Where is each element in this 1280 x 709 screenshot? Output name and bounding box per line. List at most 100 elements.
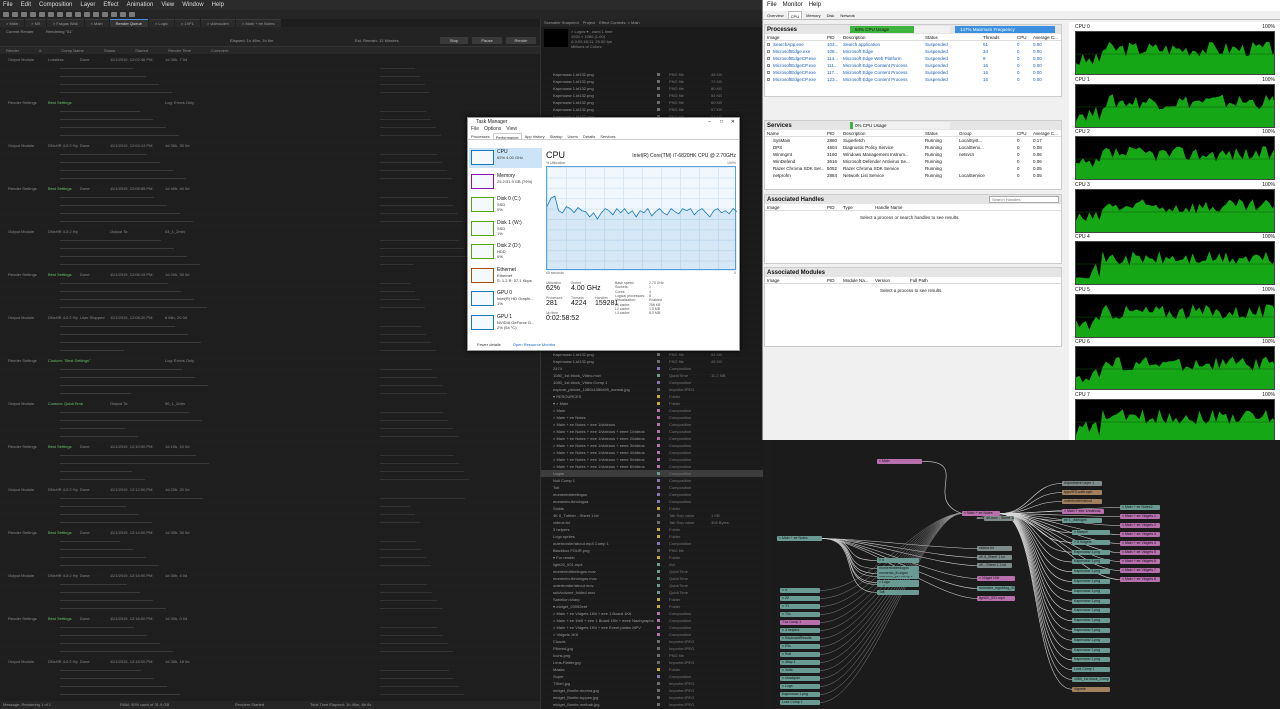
flow-node[interactable]: × Main + ee Notes xyxy=(777,536,822,541)
label-color-swatch[interactable] xyxy=(657,430,660,433)
perf-item-disk-0-c-[interactable]: Disk 0 (C:) SSD 0% xyxy=(469,195,542,215)
project-item[interactable]: sub/volume_folded.mov QuickTime xyxy=(541,589,763,596)
label-color-swatch[interactable] xyxy=(657,549,660,552)
flow-node[interactable]: × Main + ee Vidgets 2 xyxy=(1120,523,1160,528)
rq-column-header[interactable]: # xyxy=(39,47,41,54)
flow-node[interactable]: Kaprnoww 1.png xyxy=(1072,549,1110,555)
rm-menu-monitor[interactable]: Monitor xyxy=(783,0,803,11)
flow-node[interactable]: × KeyboardResults xyxy=(780,636,820,641)
table-row[interactable]: Winmgmt 3160 Windows Management Instrum...… xyxy=(765,151,1061,158)
flow-node[interactable]: × Main xyxy=(877,459,922,464)
label-color-swatch[interactable] xyxy=(657,500,660,503)
maximize-icon[interactable]: □ xyxy=(720,118,723,126)
flow-node[interactable]: × 5 Vidgets xyxy=(1072,539,1110,545)
flow-node[interactable]: Kaprnoww 1.png xyxy=(1072,569,1110,575)
open-resource-monitor-link[interactable]: Open Resource Monitor xyxy=(513,342,555,347)
ae-menu-window[interactable]: Window xyxy=(182,2,203,8)
table-row[interactable]: MicrosoftEdgeCP.exe 114... Microsoft Edge … xyxy=(765,55,1061,62)
flow-node[interactable]: × 4flop 1 xyxy=(780,660,820,665)
flow-node[interactable]: × Vidget 1Ktt xyxy=(977,576,1015,581)
label-color-swatch[interactable] xyxy=(657,528,660,531)
label-color-swatch[interactable] xyxy=(657,668,660,671)
project-item[interactable]: × Main + ee Notes + eee 1/videous + eeee… xyxy=(541,463,763,470)
label-color-swatch[interactable] xyxy=(657,416,660,419)
flow-node[interactable]: Kaprnoww 1.png xyxy=(1072,559,1110,565)
ae-menu-effect[interactable]: Effect xyxy=(103,2,118,8)
eraser-tool-icon[interactable] xyxy=(111,12,117,17)
project-item[interactable]: Kaprnoww 1.kt132.png PNG file 48 KB xyxy=(541,71,763,78)
panel-tab[interactable]: × videouden xyxy=(200,19,235,27)
column-header[interactable]: Average C... xyxy=(1033,34,1058,41)
project-item[interactable]: Kaprnoww 1.kt132.png PNG file 72 KB xyxy=(541,78,763,85)
rq-item-row[interactable]: Output Module DNxHR 4:2:2 Hp User Stopped 1… xyxy=(0,314,540,322)
label-color-swatch[interactable] xyxy=(657,514,660,517)
project-item[interactable]: Kaprnoww 1.kt132.png PNG file 57 KB xyxy=(541,106,763,113)
perf-item-gpu-0[interactable]: GPU 0 Intel(R) HD Graphi... 1% xyxy=(469,289,542,309)
label-color-swatch[interactable] xyxy=(657,360,660,363)
flow-node[interactable]: × Main + ee Vidgets 7 xyxy=(1120,568,1160,573)
flow-node[interactable]: outerborder/about xyxy=(1062,499,1102,504)
label-color-swatch[interactable] xyxy=(657,395,660,398)
puppet-tool-icon[interactable] xyxy=(129,12,135,17)
flow-node[interactable]: Adjustment Layer 1 xyxy=(1062,481,1102,486)
rq-item-row[interactable]: Render Settings Best Settings Done 11/1/201… xyxy=(0,529,540,537)
flow-node[interactable]: Kaprnoww 1.png xyxy=(1072,628,1110,633)
project-item[interactable]: ▾ For render Folder xyxy=(541,554,763,561)
project-item[interactable]: ▾ midget_20052ebt Folder xyxy=(541,603,763,610)
flow-node[interactable]: × shockpan xyxy=(780,676,820,681)
panel-tab[interactable]: × 1VFL xyxy=(174,19,200,27)
rq-column-header[interactable]: Render Time xyxy=(168,47,191,54)
project-item[interactable]: 1080_1st block_Video Comp 1 Composition xyxy=(541,379,763,386)
column-header[interactable]: PID xyxy=(827,204,835,211)
camera-tool-icon[interactable] xyxy=(48,12,54,17)
column-header[interactable]: Status xyxy=(925,34,938,41)
project-item[interactable]: × Main + ee 1fe5 + eee 1 Board 1Ktt + ee… xyxy=(541,617,763,624)
flow-node[interactable]: Kaprnoww 1.png xyxy=(1072,647,1110,653)
project-tab[interactable]: Effect Controls: × Main xyxy=(599,19,640,27)
perf-item-cpu[interactable]: CPU 62% 4.00 GHz xyxy=(469,148,542,168)
label-color-swatch[interactable] xyxy=(657,689,660,692)
label-color-swatch[interactable] xyxy=(657,542,660,545)
panel-tab[interactable]: × Logic xyxy=(148,19,174,27)
flow-node[interactable]: Kaprnoww 1.png xyxy=(1072,579,1110,584)
modules-section-header[interactable]: Associated Modules xyxy=(765,268,1061,277)
project-item[interactable]: videos.txt Tab Sep value 308 Bytes xyxy=(541,519,763,526)
label-color-swatch[interactable] xyxy=(657,612,660,615)
project-item[interactable]: × Main + ee Notes + eee 1/videous + eeee… xyxy=(541,428,763,435)
rq-item-row[interactable]: Render Settings Best Settings Done 11/1/201… xyxy=(0,271,540,279)
flow-node[interactable]: × Main + ee Vidgets 4 xyxy=(1120,541,1160,546)
rq-item-row[interactable]: Render Settings Custom: "Best Settings" Lo… xyxy=(0,357,540,365)
ae-menu-composition[interactable]: Composition xyxy=(39,2,72,8)
project-item[interactable]: ▾ RESOURCES Folder xyxy=(541,393,763,400)
label-color-swatch[interactable] xyxy=(657,381,660,384)
flow-node[interactable]: × E5c xyxy=(780,644,820,649)
project-item[interactable]: Solids Folder xyxy=(541,505,763,512)
label-color-swatch[interactable] xyxy=(657,577,660,580)
flow-node[interactable]: × Volts xyxy=(780,668,820,673)
rq-item-row[interactable]: Render Settings Best Settings Done 11/1/201… xyxy=(0,185,540,193)
rq-column-header[interactable]: Render xyxy=(6,47,19,54)
stop-button[interactable]: Stop xyxy=(440,37,468,44)
table-row[interactable]: MicrosoftEdgeCP.exe 111... Microsoft Edge … xyxy=(765,62,1061,69)
flow-node[interactable]: × Main + ee Notes2 xyxy=(1120,505,1160,510)
tm-tab-processes[interactable]: Processes xyxy=(469,133,492,139)
table-row[interactable]: MicrosoftEdgeCP.exe 123... Microsoft Edge … xyxy=(765,76,1061,83)
project-item[interactable]: Masks Folder xyxy=(541,666,763,673)
perf-item-ethernet[interactable]: Ethernet Ethernet S: 1.2 R: 57.1 Kbps xyxy=(469,266,542,286)
rm-menu-help[interactable]: Help xyxy=(809,0,821,11)
label-color-swatch[interactable] xyxy=(657,605,660,608)
project-item[interactable]: explore_picture_1080x1080x59_normal.jpg I… xyxy=(541,386,763,393)
perf-item-gpu-1[interactable]: GPU 1 NVIDIA GeForce G... 2% (54 °C) xyxy=(469,313,542,333)
label-color-swatch[interactable] xyxy=(657,570,660,573)
row-checkbox[interactable] xyxy=(767,43,770,46)
column-header[interactable]: Image xyxy=(767,34,780,41)
ae-menu-animation[interactable]: Animation xyxy=(127,2,154,8)
project-item[interactable]: momento-thrivlogos.mov QuickTime xyxy=(541,575,763,582)
project-item[interactable]: light20_001.mp4 AVI xyxy=(541,561,763,568)
flow-node[interactable]: × Main + ee Vidgets 8 xyxy=(1120,577,1160,582)
project-item[interactable]: × Main Composition xyxy=(541,407,763,414)
project-item[interactable]: momentofdreilogos Composition xyxy=(541,491,763,498)
processes-rows[interactable]: SearchApp.exe 103... Search application Sus… xyxy=(765,41,1061,83)
flow-node[interactable]: Lock Comp 1 xyxy=(1072,667,1110,673)
project-item[interactable]: midget_Bnelte-tuppes.jpg ImporterJPEG xyxy=(541,694,763,701)
